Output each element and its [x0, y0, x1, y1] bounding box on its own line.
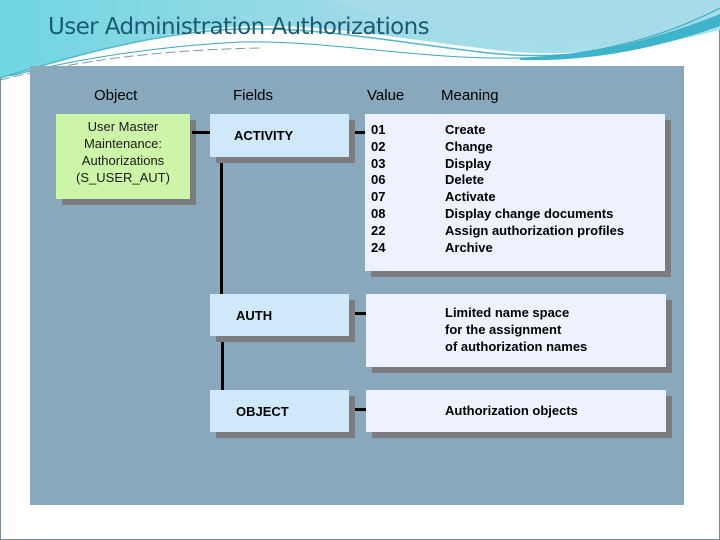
object-box-s-user-aut: User Master Maintenance: Authorizations …: [56, 114, 190, 199]
field-box-activity: ACTIVITY: [210, 114, 349, 157]
activity-meaning: Display: [445, 155, 492, 171]
activity-code: 03: [371, 155, 386, 171]
field-box-auth: AUTH: [210, 294, 349, 336]
activity-meaning: Archive: [445, 239, 493, 255]
auth-meaning-line: of authorization names: [445, 338, 588, 354]
auth-meaning-line: for the assignment: [445, 321, 562, 337]
slide-title: User Administration Authorizations: [48, 14, 430, 40]
field-name: AUTH: [236, 308, 273, 323]
activity-meaning: Change: [445, 138, 493, 154]
activity-code: 07: [371, 189, 386, 205]
activity-code: 02: [371, 138, 386, 154]
column-header-value: Value: [367, 87, 405, 104]
object-line: Maintenance:: [83, 136, 163, 151]
field-name: ACTIVITY: [234, 128, 294, 143]
activity-meaning: Activate: [445, 189, 496, 205]
activity-meaning: Delete: [445, 172, 485, 188]
auth-meaning-line: Limited name space: [445, 305, 570, 320]
meaning-box-object: Authorization objects: [366, 390, 666, 432]
connector-fields-vertical-2: [221, 340, 224, 390]
activity-meaning: Assign authorization profiles: [445, 222, 625, 238]
column-header-fields: Fields: [233, 87, 274, 104]
field-box-object: OBJECT: [210, 390, 349, 432]
connector-auth-meaning: [348, 312, 366, 315]
activity-code: 08: [371, 205, 386, 221]
activity-codes: 01 02 03 06 07 08 22 24: [371, 122, 385, 256]
column-header-meaning: Meaning: [441, 87, 499, 104]
activity-code: 22: [371, 222, 386, 238]
connector-object-activity: [192, 131, 210, 134]
activity-code: 24: [371, 239, 386, 255]
activity-meanings: Create Change Display Delete Activate Di…: [445, 122, 624, 256]
meaning-box-auth: Limited name space for the assignment of…: [366, 294, 666, 367]
activity-code: 06: [371, 172, 386, 188]
field-name: OBJECT: [236, 404, 289, 419]
object-line: User Master: [87, 119, 159, 134]
value-box-activity: 01 02 03 06 07 08 22 24 Create Change Di…: [365, 114, 665, 271]
column-header-object: Object: [94, 87, 138, 104]
activity-meaning: Display change documents: [445, 205, 614, 221]
connector-fields-vertical-1: [220, 156, 223, 297]
object-meaning-line: Authorization objects: [445, 403, 578, 418]
object-meaning: Authorization objects: [445, 403, 578, 420]
connector-object-meaning: [348, 408, 366, 411]
object-line: (S_USER_AUT): [76, 170, 170, 185]
activity-meaning: Create: [445, 122, 486, 137]
auth-meaning: Limited name space for the assignment of…: [445, 305, 587, 355]
object-line: Authorizations: [81, 153, 165, 168]
activity-code: 01: [371, 122, 386, 137]
